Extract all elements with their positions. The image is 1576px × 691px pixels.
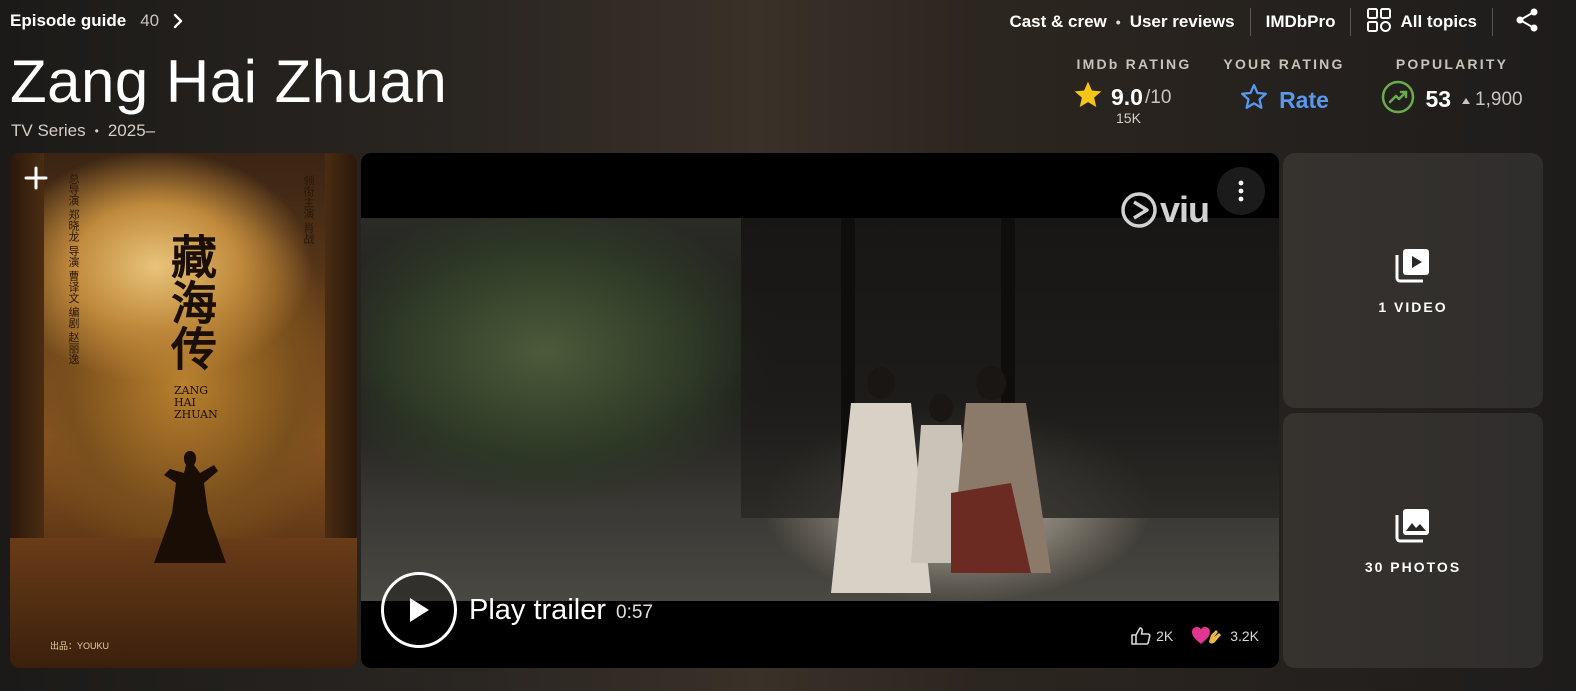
grid-icon bbox=[1366, 7, 1392, 38]
trailer-player[interactable]: viu Play trailer 0:57 2K 3.2K bbox=[361, 153, 1279, 668]
episode-count: 40 bbox=[140, 11, 160, 30]
plus-icon bbox=[24, 166, 48, 190]
imdbpro-link[interactable]: IMDbPro bbox=[1266, 12, 1336, 32]
like-button[interactable]: 2K bbox=[1131, 627, 1173, 645]
poster-figure bbox=[154, 451, 226, 563]
page-title: Zang Hai Zhuan bbox=[10, 48, 448, 115]
reaction-count: 3.2K bbox=[1230, 628, 1259, 644]
separator-dot: • bbox=[1115, 14, 1121, 30]
heart-clap-icon bbox=[1192, 627, 1222, 644]
poster-title-en: ZANG HAI ZHUAN bbox=[174, 385, 218, 421]
star-outline-icon bbox=[1239, 82, 1269, 118]
separator-dot: • bbox=[94, 124, 99, 138]
like-count: 2K bbox=[1156, 628, 1174, 644]
thumbs-up-icon bbox=[1131, 627, 1151, 645]
photo-library-icon bbox=[1395, 508, 1429, 542]
caret-up-icon bbox=[1461, 89, 1471, 111]
chevron-right-icon bbox=[173, 13, 183, 29]
popularity[interactable]: POPULARITY 53 1,900 bbox=[1382, 56, 1523, 119]
videos-label: 1 VIDEO bbox=[1378, 298, 1448, 315]
divider bbox=[1350, 8, 1352, 36]
photos-label: 30 PHOTOS bbox=[1364, 558, 1462, 575]
more-options-button[interactable] bbox=[1217, 167, 1265, 215]
title-type: TV Series bbox=[11, 121, 86, 140]
popularity-change-value: 1,900 bbox=[1475, 88, 1523, 110]
poster-credits-left: 总导演 郑晓龙 导演 曹译文 编剧 赵丽逸 bbox=[67, 173, 79, 365]
poster-title-en-line: ZHUAN bbox=[174, 408, 218, 421]
imdb-rating-value: 9.0 bbox=[1111, 84, 1143, 110]
play-circle-logo-icon bbox=[1121, 192, 1157, 228]
divider bbox=[1492, 8, 1493, 36]
share-icon bbox=[1514, 7, 1540, 38]
cast-crew-link[interactable]: Cast & crew bbox=[1009, 12, 1106, 32]
your-rating[interactable]: YOUR RATING Rate bbox=[1222, 56, 1346, 118]
video-library-icon bbox=[1395, 248, 1429, 282]
top-bar: Episode guide 40 Cast & crew • User revi… bbox=[0, 0, 1576, 44]
add-to-watchlist-button[interactable] bbox=[21, 163, 51, 193]
user-reviews-link[interactable]: User reviews bbox=[1130, 12, 1235, 32]
photos-tile[interactable]: 30 PHOTOS bbox=[1283, 413, 1543, 668]
star-icon bbox=[1072, 79, 1104, 116]
poster-title-cjk: 藏海传 bbox=[164, 233, 218, 371]
play-icon bbox=[410, 598, 429, 622]
imdb-rating-scale: /10 bbox=[1144, 86, 1172, 108]
title-meta: TV Series • 2025– bbox=[11, 121, 155, 141]
trending-up-icon bbox=[1381, 80, 1415, 119]
title-years[interactable]: 2025– bbox=[108, 121, 155, 141]
ratings-bar: IMDb RATING 9.0 /10 15K YOUR RATING Rate… bbox=[1056, 56, 1576, 128]
divider bbox=[1249, 8, 1251, 36]
all-topics-button[interactable]: All topics bbox=[1366, 7, 1477, 38]
play-trailer-label: Play trailer bbox=[469, 593, 606, 626]
viu-logo: viu bbox=[1120, 189, 1210, 231]
popularity-row: 53 1,900 bbox=[1382, 80, 1523, 119]
viu-brand: viu bbox=[1159, 189, 1210, 230]
play-circle bbox=[381, 572, 457, 648]
popularity-rank: 53 bbox=[1425, 86, 1452, 112]
poster-credits-right: 领衔主演 肖战 bbox=[302, 175, 314, 245]
reactions-button[interactable]: 3.2K bbox=[1191, 626, 1259, 646]
imdb-rating[interactable]: IMDb RATING 9.0 /10 15K bbox=[1072, 56, 1196, 126]
top-links: Cast & crew • User reviews IMDbPro All t… bbox=[1009, 7, 1576, 38]
rate-label: Rate bbox=[1279, 86, 1329, 113]
imdb-vote-count: 15K bbox=[1116, 110, 1141, 126]
play-trailer-button[interactable]: Play trailer 0:57 bbox=[381, 572, 653, 648]
thumbnail-people bbox=[831, 366, 1051, 593]
poster[interactable]: 总导演 郑晓龙 导演 曹译文 编剧 赵丽逸 领衔主演 肖战 藏海传 ZANG H… bbox=[10, 153, 357, 668]
trailer-reactions: 2K 3.2K bbox=[1121, 626, 1259, 646]
episode-guide-label: Episode guide bbox=[10, 11, 127, 30]
videos-tile[interactable]: 1 VIDEO bbox=[1283, 153, 1543, 408]
imdb-rating-heading: IMDb RATING bbox=[1076, 56, 1192, 72]
share-button[interactable] bbox=[1514, 7, 1540, 38]
trailer-duration: 0:57 bbox=[616, 602, 653, 623]
all-topics-label: All topics bbox=[1400, 12, 1477, 31]
kebab-icon bbox=[1238, 180, 1244, 202]
poster-bottom-strip: 出品：YOUKU bbox=[50, 641, 110, 651]
rate-button[interactable]: Rate bbox=[1222, 82, 1346, 118]
your-rating-heading: YOUR RATING bbox=[1223, 56, 1345, 72]
popularity-change: 1,900 bbox=[1461, 89, 1523, 111]
popularity-heading: POPULARITY bbox=[1395, 56, 1509, 72]
episode-guide-link[interactable]: Episode guide 40 bbox=[10, 11, 183, 31]
